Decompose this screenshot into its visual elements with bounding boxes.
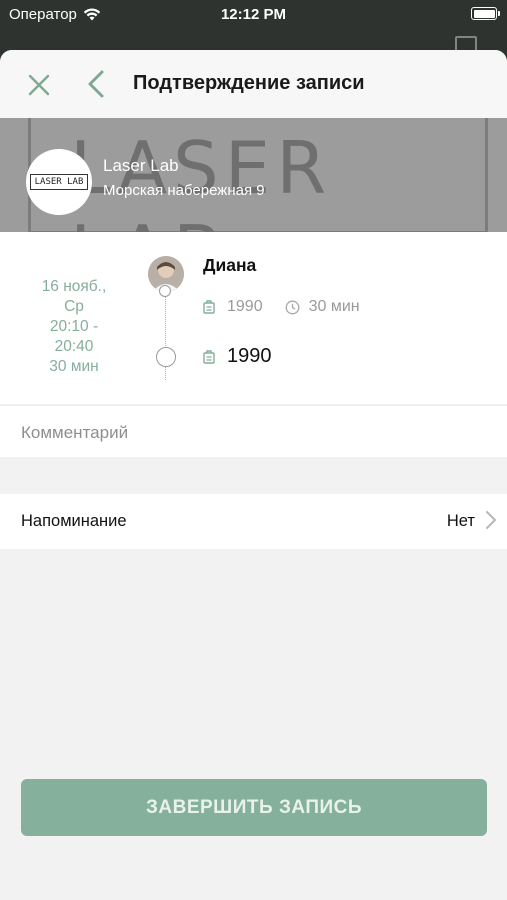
shop-address: Морская набережная 9 (103, 182, 265, 199)
service-meta: 1990 30 мин (203, 298, 360, 316)
chevron-right-icon (486, 511, 496, 529)
time-start-line: 20:10 - (49, 318, 99, 335)
total-row: 1990 (203, 345, 272, 368)
clock-icon (285, 300, 300, 314)
total-price: 1990 (227, 345, 272, 367)
back-chevron-icon[interactable] (86, 69, 106, 99)
status-bar: Оператор 12:12 PM (0, 0, 507, 30)
shop-banner: LASER LAB LASER LAB Laser Lab Морская на… (0, 118, 507, 246)
duration-line: 30 мин (49, 358, 99, 375)
battery-icon (471, 7, 500, 20)
status-time: 12:12 PM (220, 6, 287, 23)
close-icon[interactable] (26, 72, 52, 98)
reminder-value: Нет (446, 512, 475, 530)
finish-booking-button[interactable]: ЗАВЕРШИТЬ ЗАПИСЬ (21, 779, 487, 836)
price-tag-icon (203, 349, 215, 364)
appointment-datetime: 16 нояб., Ср 20:10 - 20:40 30 мин (16, 277, 132, 377)
confirmation-sheet: Подтверждение записи LASER LAB LASER LAB… (0, 50, 507, 900)
reminder-label: Напоминание (21, 512, 127, 530)
comment-field[interactable]: Комментарий (0, 405, 507, 457)
timeline-dot (159, 285, 171, 297)
time-end-line: 20:40 (54, 338, 94, 355)
shop-name: Laser Lab (103, 156, 179, 175)
master-name: Диана (203, 255, 257, 275)
weekday-line: Ср (64, 298, 84, 315)
comment-placeholder: Комментарий (21, 423, 129, 442)
appointment-card: 16 нояб., Ср 20:10 - 20:40 30 мин Диана … (0, 232, 507, 404)
service-duration: 30 мин (308, 298, 360, 315)
service-price: 1990 (227, 298, 263, 315)
logo-text: LASER LAB (29, 174, 89, 190)
timeline-dot-total (156, 347, 176, 367)
page-title: Подтверждение записи (133, 72, 365, 94)
price-tag-icon (203, 300, 215, 314)
reminder-row[interactable]: Напоминание Нет (0, 494, 507, 549)
date-line: 16 нояб., (41, 278, 107, 295)
shop-logo: LASER LAB (26, 149, 92, 215)
navigation-bar: Подтверждение записи (0, 50, 507, 118)
